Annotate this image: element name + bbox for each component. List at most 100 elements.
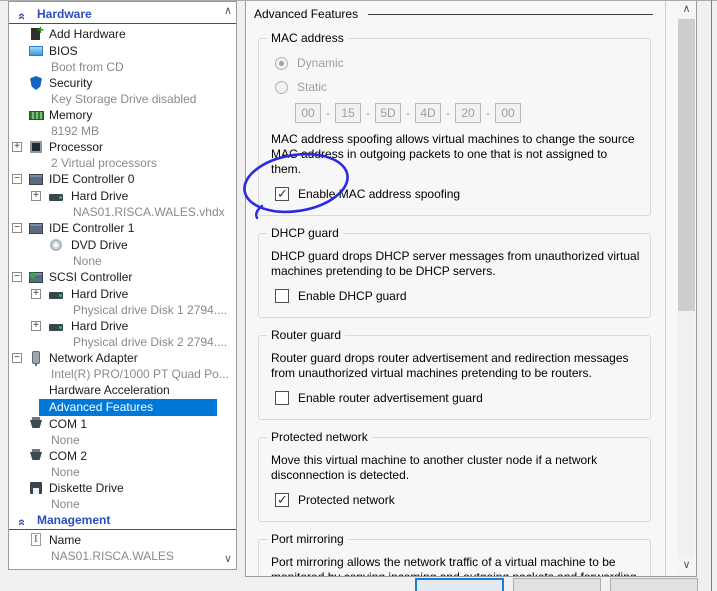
- sidebar-item-advanced-features[interactable]: Advanced Features: [9, 399, 236, 416]
- collapse-minus-icon[interactable]: −: [12, 272, 22, 282]
- dynamic-radio[interactable]: [275, 56, 288, 70]
- router-guard-option[interactable]: Enable router advertisement guard: [275, 390, 640, 406]
- mac-address-fields: 00 - 15 - 5D - 4D - 20 - 00: [295, 103, 640, 123]
- sidebar-item-network-adapter[interactable]: − Network Adapter: [9, 350, 236, 367]
- mac-octet-6[interactable]: 00: [495, 103, 521, 123]
- cancel-button[interactable]: [513, 578, 601, 591]
- controller-icon: [29, 221, 44, 235]
- dhcp-guard-option[interactable]: Enable DHCP guard: [275, 288, 640, 304]
- sidebar-item-label: IDE Controller 1: [49, 221, 135, 235]
- network-adapter-icon: [29, 351, 44, 366]
- collapse-chevrons-icon[interactable]: »: [13, 514, 28, 526]
- sidebar-item-add-hardware[interactable]: + Add Hardware: [9, 23, 236, 43]
- mac-spoofing-option[interactable]: Enable MAC address spoofing: [275, 186, 640, 202]
- scrollbar-down-icon[interactable]: ∨: [678, 557, 695, 574]
- sidebar-item-memory[interactable]: Memory: [9, 107, 236, 124]
- mac-separator: -: [486, 106, 490, 120]
- sidebar-item-subtext: 8192 MB: [51, 124, 100, 138]
- router-guard-group: Router guard Router guard drops router a…: [258, 328, 651, 420]
- sidebar-item-ide-controller-0[interactable]: − IDE Controller 0: [9, 171, 236, 188]
- dhcp-guard-checkbox[interactable]: [275, 289, 289, 303]
- sidebar-item-subtext: NAS01.RISCA.WALES: [51, 549, 174, 563]
- mac-octet-2[interactable]: 15: [335, 103, 361, 123]
- sidebar-item-label: COM 2: [49, 449, 88, 463]
- sidebar-item-hardware-acceleration[interactable]: Hardware Acceleration: [9, 382, 236, 399]
- sidebar-item-com-1[interactable]: COM 1: [9, 416, 236, 433]
- apply-button[interactable]: [610, 578, 698, 591]
- dhcp-guard-description: DHCP guard drops DHCP server messages fr…: [271, 249, 640, 278]
- sidebar-item-hard-drive[interactable]: + Hard Drive: [9, 318, 236, 335]
- protected-network-group-label: Protected network: [267, 430, 372, 444]
- mac-spoofing-checkbox[interactable]: [275, 186, 289, 201]
- protected-network-option[interactable]: Protected network: [275, 492, 640, 508]
- sidebar-item-subtext: 2 Virtual processors: [51, 156, 157, 170]
- port-mirroring-group: Port mirroring Port mirroring allows the…: [258, 532, 651, 576]
- sidebar-item-label: Hard Drive: [71, 189, 129, 203]
- sidebar-item-security[interactable]: Security: [9, 75, 236, 92]
- sidebar-item-dvd-drive[interactable]: DVD Drive: [9, 237, 236, 254]
- sidebar-item-hard-drive[interactable]: + Hard Drive: [9, 188, 236, 205]
- collapse-minus-icon[interactable]: −: [12, 353, 22, 363]
- protected-network-checkbox[interactable]: [275, 492, 289, 507]
- sidebar-item-subtext: None: [51, 433, 80, 447]
- expand-plus-icon[interactable]: +: [12, 142, 22, 152]
- mac-address-group-label: MAC address: [267, 31, 348, 45]
- panel-scrollbar[interactable]: ∧ ∨: [678, 1, 695, 575]
- hardware-tree-panel: » Hardware + Add Hardware BIOS Boot from CD Se…: [8, 1, 237, 570]
- diskette-icon: [29, 481, 44, 495]
- sidebar-item-subtext: None: [51, 497, 80, 511]
- dhcp-guard-group: DHCP guard DHCP guard drops DHCP server …: [258, 226, 651, 318]
- mac-octet-1[interactable]: 00: [295, 103, 321, 123]
- collapse-chevrons-icon[interactable]: »: [13, 8, 28, 20]
- com-port-icon: [29, 449, 44, 463]
- router-guard-checkbox[interactable]: [275, 391, 289, 405]
- collapse-minus-icon[interactable]: −: [12, 174, 22, 184]
- sidebar-item-subtext: Physical drive Disk 1 2794....: [73, 303, 228, 317]
- ok-button[interactable]: [415, 578, 504, 591]
- static-radio-label: Static: [297, 80, 328, 94]
- mac-octet-3[interactable]: 5D: [375, 103, 401, 123]
- sidebar-item-scsi-controller[interactable]: − SCSI Controller: [9, 269, 236, 286]
- mac-octet-5[interactable]: 20: [455, 103, 481, 123]
- sidebar-item-processor[interactable]: + Processor: [9, 139, 236, 156]
- page-title: Advanced Features: [254, 7, 359, 21]
- sidebar-item-com-2[interactable]: COM 2: [9, 448, 236, 465]
- expand-plus-icon[interactable]: +: [31, 289, 41, 299]
- scrollbar-thumb[interactable]: [678, 19, 695, 311]
- controller-icon: [29, 172, 44, 186]
- mac-dynamic-option[interactable]: Dynamic: [275, 55, 640, 71]
- collapse-minus-icon[interactable]: −: [12, 223, 22, 233]
- mac-octet-4[interactable]: 4D: [415, 103, 441, 123]
- scrollbar-up-icon[interactable]: ∧: [678, 1, 695, 18]
- sidebar-item-bios[interactable]: BIOS: [9, 43, 236, 60]
- title-rule: [368, 14, 653, 15]
- sidebar-item-label: Hard Drive: [71, 287, 129, 301]
- sidebar-item-ide-controller-1[interactable]: − IDE Controller 1: [9, 220, 236, 237]
- sidebar-scroll-up-icon[interactable]: ∧: [224, 6, 232, 17]
- sidebar-scroll-down-icon[interactable]: ∨: [224, 554, 232, 565]
- expand-plus-icon[interactable]: +: [31, 321, 41, 331]
- expand-plus-icon[interactable]: +: [31, 191, 41, 201]
- sidebar-item-diskette-drive[interactable]: Diskette Drive: [9, 480, 236, 497]
- sidebar-item-label: DVD Drive: [71, 238, 128, 252]
- settings-panel: Advanced Features MAC address Dynamic St…: [245, 1, 697, 577]
- static-radio[interactable]: [275, 80, 288, 94]
- sidebar-item-label: Advanced Features: [49, 400, 154, 414]
- sidebar-item-hard-drive[interactable]: + Hard Drive: [9, 286, 236, 303]
- tree-header-hardware[interactable]: » Hardware: [9, 6, 236, 24]
- sidebar-item-name[interactable]: I Name: [9, 532, 236, 549]
- sidebar-item-label: SCSI Controller: [49, 270, 133, 284]
- mac-separator: -: [406, 106, 410, 120]
- window-right-border: [711, 0, 712, 591]
- sidebar-item-subtext: Key Storage Drive disabled: [51, 92, 197, 106]
- mac-address-group: MAC address Dynamic Static 00 - 15 - 5D …: [258, 31, 651, 216]
- bios-icon: [29, 44, 44, 58]
- dynamic-radio-label: Dynamic: [297, 56, 344, 70]
- mac-static-option[interactable]: Static: [275, 79, 640, 95]
- protected-network-group: Protected network Move this virtual mach…: [258, 430, 651, 522]
- tree-header-management[interactable]: » Management: [9, 512, 236, 530]
- sidebar-item-label: Hard Drive: [71, 319, 129, 333]
- sidebar-item-label: IDE Controller 0: [49, 172, 135, 186]
- tree-header-label: Management: [37, 513, 111, 527]
- hard-drive-icon: [49, 319, 64, 333]
